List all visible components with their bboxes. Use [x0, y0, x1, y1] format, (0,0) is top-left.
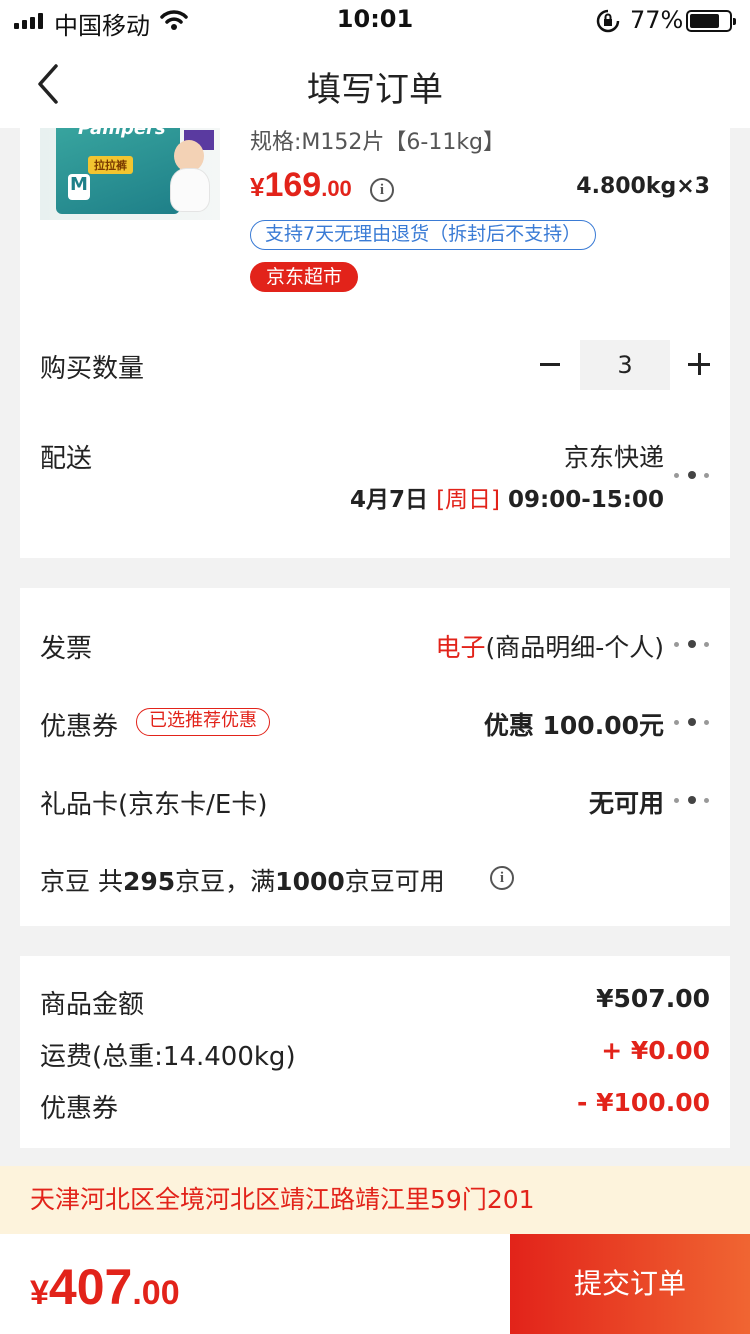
battery-percent: 77% [630, 6, 684, 34]
coupon-discount-value: - ¥100.00 [577, 1088, 710, 1117]
items-amount-label: 商品金额 [40, 990, 145, 1020]
more-dots-icon[interactable] [674, 639, 712, 649]
more-dots-icon[interactable] [674, 717, 712, 727]
package-size: M [68, 174, 90, 200]
brand-logo: Pampers [78, 128, 166, 139]
page-title: 填写订单 [307, 70, 443, 110]
info-icon[interactable]: i [370, 178, 394, 202]
package-badge: 拉拉裤 [88, 156, 133, 174]
gift-card-value[interactable]: 无可用 [589, 784, 664, 820]
shipping-address[interactable]: 天津河北区全境河北区靖江路靖江里59门201 [0, 1166, 750, 1234]
battery-icon [686, 10, 736, 32]
info-icon[interactable]: i [490, 866, 514, 890]
more-dots-icon[interactable] [674, 470, 712, 480]
submit-order-button[interactable]: 提交订单 [510, 1234, 750, 1334]
plus-icon[interactable] [688, 353, 710, 375]
product-image[interactable]: Pampers 拉拉裤 M [40, 128, 220, 220]
summary-card: 商品金额 ¥507.00 运费(总重:14.400kg) + ¥0.00 优惠券… [20, 956, 730, 1148]
invoice-label: 发票 [40, 634, 93, 664]
items-amount-value: ¥507.00 [596, 984, 710, 1013]
product-card: Pampers 拉拉裤 M 规格:M152片【6-11kg】 ¥169.00 i… [20, 128, 730, 558]
shipping-time[interactable]: 4月7日 [周日] 09:00-15:00 [350, 480, 664, 514]
jd-beans-row: 京豆 共295京豆，满1000京豆可用 [40, 867, 445, 896]
nav-bar: 填写订单 [0, 42, 750, 128]
coupon-recommend-tag: 已选推荐优惠 [136, 708, 270, 736]
shipping-label: 配送 [40, 444, 93, 474]
coupon-value[interactable]: 优惠 100.00元 [484, 706, 664, 742]
options-card: 发票 电子(商品明细-个人) 优惠券 已选推荐优惠 优惠 100.00元 礼品卡… [20, 588, 730, 926]
shop-tag: 京东超市 [250, 262, 359, 292]
gift-card-label: 礼品卡(京东卡/E卡) [40, 790, 268, 820]
quantity-label: 购买数量 [40, 354, 145, 384]
return-policy-tag: 支持7天无理由退货（拆封后不支持） [250, 220, 597, 250]
quantity-stepper[interactable]: 3 [580, 340, 670, 390]
rotation-lock-icon [596, 9, 620, 33]
product-weight: 4.800kg×3 [576, 174, 710, 199]
coupon-discount-label: 优惠券 [40, 1094, 119, 1124]
coupon-label: 优惠券 [40, 712, 119, 742]
freight-value: + ¥0.00 [601, 1036, 710, 1065]
product-spec: 规格:M152片【6-11kg】 [250, 130, 506, 155]
freight-label: 运费(总重:14.400kg) [40, 1042, 296, 1072]
order-total: ¥407.00 [30, 1259, 180, 1315]
more-dots-icon[interactable] [674, 795, 712, 805]
shipping-method[interactable]: 京东快递 [564, 438, 664, 474]
product-price: ¥169.00 [250, 166, 352, 204]
status-bar: 中国移动 10:01 77% [0, 0, 750, 42]
invoice-value[interactable]: 电子(商品明细-个人) [435, 628, 664, 664]
checkout-bar: ¥407.00 提交订单 [0, 1234, 750, 1334]
minus-icon[interactable] [538, 346, 562, 382]
